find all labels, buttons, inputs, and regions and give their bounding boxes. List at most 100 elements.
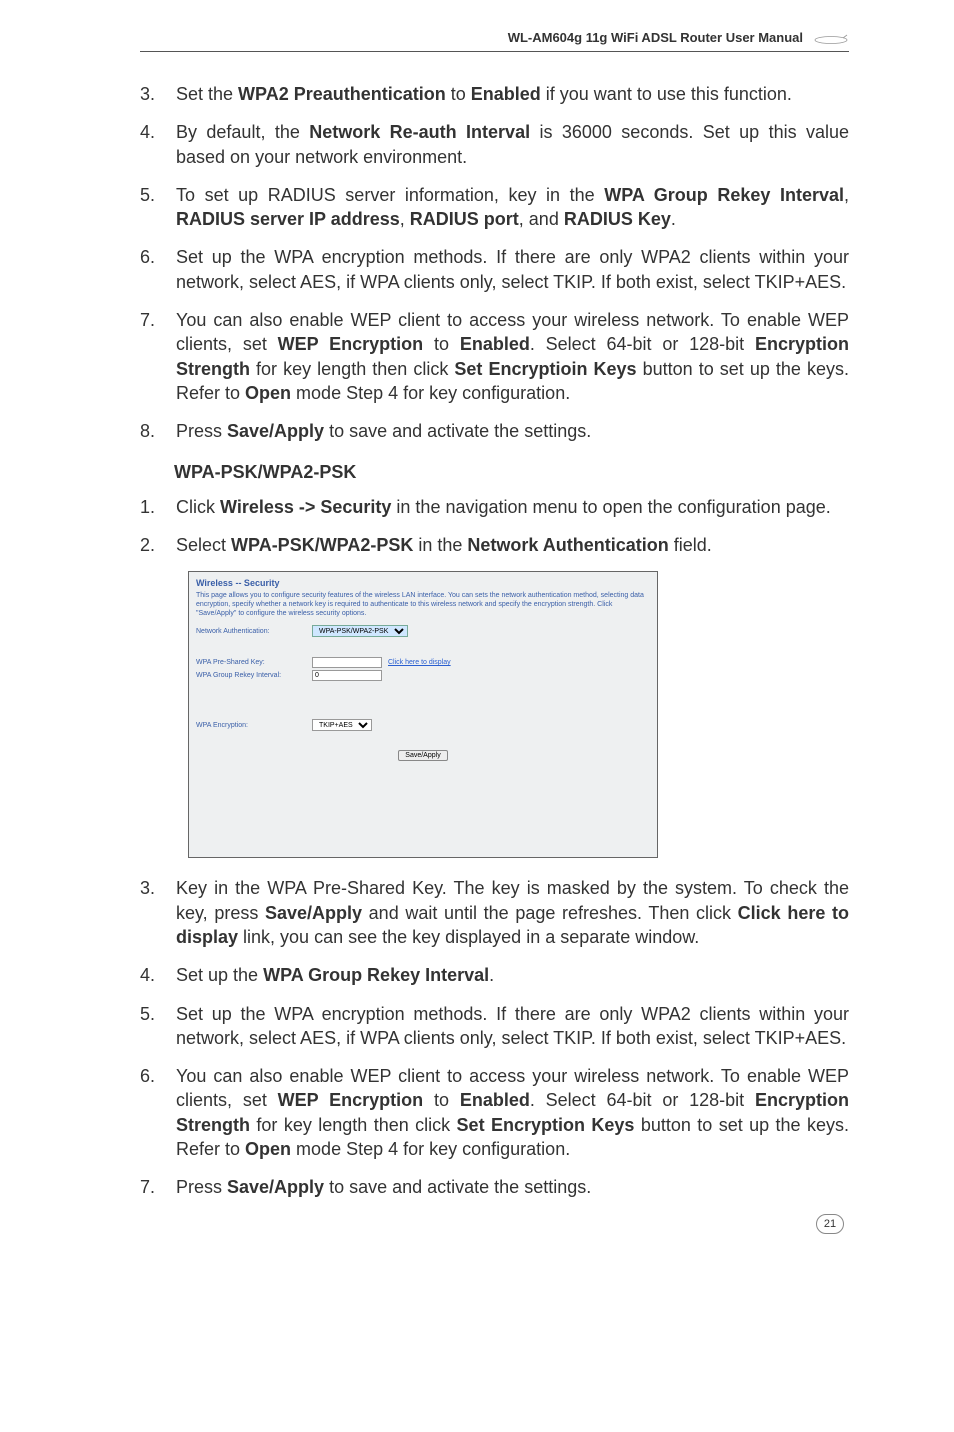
text-run: field. [669,535,712,555]
list-item: 4. By default, the Network Re-auth Interv… [140,120,849,169]
text-run: Set the [176,84,238,104]
text-run: Set Encryption Keys [457,1115,635,1135]
row-network-auth: Network Authentication: WPA-PSK/WPA2-PSK [193,624,653,638]
text-run: to [423,1090,460,1110]
text-run: to [446,84,471,104]
text-run: WEP Encryption [278,334,424,354]
text-run: Press [176,421,227,441]
text-run: RADIUS Key [564,209,671,229]
select-encryption[interactable]: TKIP+AES [312,719,372,731]
list-item: 1. Click Wireless -> Security in the navi… [140,495,849,519]
list-item-text: Set up the WPA encryption methods. If th… [176,1002,849,1051]
text-run: Enabled [460,334,530,354]
list-item: 5.Set up the WPA encryption methods. If … [140,1002,849,1051]
list-item-number: 1. [140,495,158,519]
text-run: , [400,209,410,229]
text-run: Save/Apply [265,903,362,923]
text-run: Save/Apply [227,1177,324,1197]
save-apply-button[interactable]: Save/Apply [398,750,448,761]
list-item-text: Click Wireless -> Security in the naviga… [176,495,849,519]
text-run: . Select 64-bit or 128-bit [530,1090,755,1110]
text-run: mode Step 4 for key configuration. [291,1139,570,1159]
text-run: , [844,185,849,205]
text-run: , and [519,209,564,229]
text-run: RADIUS server IP address [176,209,400,229]
text-run: if you want to use this function. [541,84,792,104]
text-run: . [489,965,494,985]
list-item: 6.You can also enable WEP client to acce… [140,1064,849,1161]
label-encryption: WPA Encryption: [196,722,306,729]
list-item: 8. Press Save/Apply to save and activate … [140,419,849,443]
list-item-text: By default, the Network Re-auth Interval… [176,120,849,169]
text-run: to save and activate the settings. [324,1177,591,1197]
list-item-number: 2. [140,533,158,557]
text-run: Wireless -> Security [220,497,391,517]
text-run: Open [245,1139,291,1159]
link-display-key[interactable]: Click here to display [388,659,451,666]
label-rekey: WPA Group Rekey Interval: [196,672,306,679]
bottom-instruction-list: 3.Key in the WPA Pre-Shared Key. The key… [140,876,849,1199]
list-item-text: Press Save/Apply to save and activate th… [176,1175,849,1199]
text-run: mode Step 4 for key configuration. [291,383,570,403]
text-run: Select [176,535,231,555]
label-psk: WPA Pre-Shared Key: [196,659,306,666]
row-encryption: WPA Encryption: TKIP+AES [193,718,653,732]
section-heading: WPA-PSK/WPA2-PSK [174,462,849,483]
text-run: to [423,334,460,354]
top-instruction-list: 3. Set the WPA2 Preauthentication to Enab… [140,82,849,444]
router-icon [813,32,849,44]
text-run: Save/Apply [227,421,324,441]
text-run: in the navigation menu to open the confi… [391,497,830,517]
list-item-text: Set the WPA2 Preauthentication to Enable… [176,82,849,106]
text-run: WPA Group Rekey Interval [263,965,489,985]
text-run: Enabled [460,1090,530,1110]
list-item-number: 7. [140,308,158,405]
list-item-text: Press Save/Apply to save and activate th… [176,419,849,443]
text-run: WPA2 Preauthentication [238,84,446,104]
text-run: RADIUS port [410,209,519,229]
list-item-number: 6. [140,1064,158,1161]
list-item-text: You can also enable WEP client to access… [176,308,849,405]
text-run: and wait until the page refreshes. Then … [362,903,738,923]
text-run: . Select 64-bit or 128-bit [530,334,755,354]
list-item-number: 8. [140,419,158,443]
list-item-number: 4. [140,120,158,169]
input-psk[interactable] [312,657,382,668]
header-title: WL-AM604g 11g WiFi ADSL Router User Manu… [508,30,803,45]
list-item: 2.Select WPA-PSK/WPA2-PSK in the Network… [140,533,849,557]
text-run: To set up RADIUS server information, key… [176,185,604,205]
list-item-text: Key in the WPA Pre-Shared Key. The key i… [176,876,849,949]
mid-instruction-list: 1. Click Wireless -> Security in the navi… [140,495,849,558]
list-item-number: 5. [140,183,158,232]
text-run: Click [176,497,220,517]
select-network-auth[interactable]: WPA-PSK/WPA2-PSK [312,625,408,637]
list-item-number: 3. [140,82,158,106]
input-rekey[interactable] [312,670,382,681]
text-run: Set up the WPA encryption methods. If th… [176,1004,849,1048]
list-item-number: 3. [140,876,158,949]
list-item: 3.Key in the WPA Pre-Shared Key. The key… [140,876,849,949]
text-run: to save and activate the settings. [324,421,591,441]
list-item-text: Set up the WPA encryption methods. If th… [176,245,849,294]
page-number-badge: 21 [816,1214,844,1234]
router-panel-description: This page allows you to configure securi… [193,590,653,624]
list-item: 7.You can also enable WEP client to acce… [140,308,849,405]
text-run: WEP Encryption [278,1090,424,1110]
list-item-number: 6. [140,245,158,294]
list-item: 3. Set the WPA2 Preauthentication to Enab… [140,82,849,106]
text-run: Set up the [176,965,263,985]
text-run: link, you can see the key displayed in a… [238,927,699,947]
manual-page: WL-AM604g 11g WiFi ADSL Router User Manu… [0,0,954,1254]
router-panel-title: Wireless -- Security [193,576,653,590]
text-run: By default, the [176,122,309,142]
page-header: WL-AM604g 11g WiFi ADSL Router User Manu… [140,30,849,52]
list-item: 5. To set up RADIUS server information, k… [140,183,849,232]
text-run: Network Re-auth Interval [309,122,530,142]
text-run: Set Encryptioin Keys [454,359,636,379]
text-run: for key length then click [250,359,454,379]
text-run: Network Authentication [467,535,668,555]
row-rekey: WPA Group Rekey Interval: [193,669,653,682]
label-network-auth: Network Authentication: [196,628,306,635]
text-run: Enabled [471,84,541,104]
router-ui-screenshot: Wireless -- Security This page allows yo… [188,571,658,858]
